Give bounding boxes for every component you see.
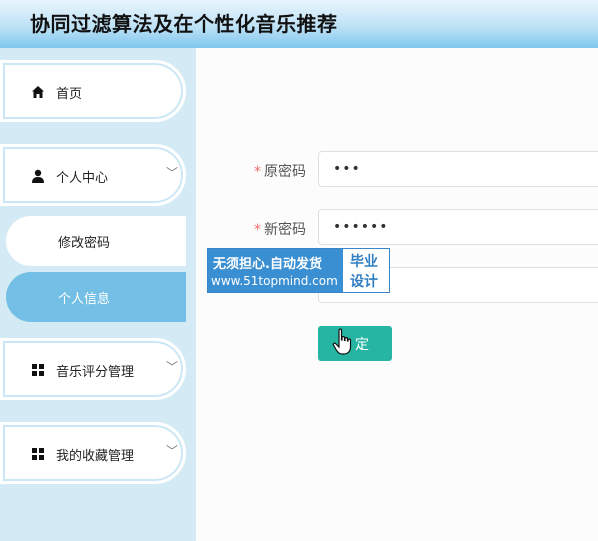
submit-button-label: 定 (355, 337, 369, 353)
sidebar-item-personal-center[interactable]: 个人中心 ﹀ (0, 144, 186, 206)
user-icon (32, 169, 44, 183)
watermark-left: 无须担心.自动发货 www.51topmind.com (208, 249, 343, 292)
required-mark: * (254, 164, 261, 180)
sidebar-item-label: 音乐评分管理 (56, 365, 135, 380)
watermark-url: www.51topmind.com (211, 274, 338, 288)
sidebar-item-home[interactable]: 首页 (0, 60, 186, 122)
submit-button[interactable]: 定 (318, 326, 392, 361)
sidebar-item-my-favorites[interactable]: 我的收藏管理 ﹀ (0, 422, 186, 484)
new-password-label: * 新密码 (236, 219, 306, 239)
sidebar-subitem-label: 个人信息 (58, 292, 111, 307)
new-password-row: * 新密码 •••••• (196, 209, 598, 247)
watermark-right: 毕业 设计 (344, 249, 389, 292)
app-header: 协同过滤算法及在个性化音乐推荐 (0, 0, 598, 48)
grid-icon (32, 448, 44, 460)
sidebar-subitem-personal-info[interactable]: 个人信息 (6, 272, 186, 322)
watermark-badge: 无须担心.自动发货 www.51topmind.com 毕业 设计 (207, 248, 390, 293)
grid-icon (32, 364, 44, 376)
chevron-down-icon: ﹀ (166, 166, 179, 180)
home-icon (32, 86, 44, 98)
watermark-text-1: 毕业 (350, 254, 378, 270)
hand-cursor-icon (332, 328, 352, 355)
sidebar: 首页 个人中心 ﹀ 修改密码 个人信息 音乐评分管理 ﹀ 我的收藏管理 ﹀ (0, 48, 196, 541)
old-password-label: * 原密码 (236, 161, 306, 181)
sidebar-subitem-label: 修改密码 (58, 236, 111, 251)
sidebar-subitem-change-password[interactable]: 修改密码 (6, 216, 186, 266)
app-title: 协同过滤算法及在个性化音乐推荐 (30, 12, 338, 36)
old-password-label-text: 原密码 (264, 164, 306, 180)
chevron-down-icon: ﹀ (166, 444, 179, 458)
new-password-input[interactable]: •••••• (318, 209, 598, 245)
sidebar-item-music-rating[interactable]: 音乐评分管理 ﹀ (0, 338, 186, 400)
main-content: * 原密码 ••• * 新密码 •••••• 定 (196, 48, 598, 541)
old-password-row: * 原密码 ••• (196, 151, 598, 189)
required-mark: * (254, 222, 261, 238)
watermark-slogan: 无须担心.自动发货 (213, 257, 322, 272)
new-password-label-text: 新密码 (264, 222, 306, 238)
chevron-down-icon: ﹀ (166, 360, 179, 374)
sidebar-item-label: 我的收藏管理 (56, 449, 135, 464)
old-password-input[interactable]: ••• (318, 151, 598, 187)
watermark-text-2: 设计 (350, 274, 378, 290)
sidebar-item-label: 首页 (56, 87, 83, 102)
sidebar-item-label: 个人中心 (56, 171, 109, 186)
